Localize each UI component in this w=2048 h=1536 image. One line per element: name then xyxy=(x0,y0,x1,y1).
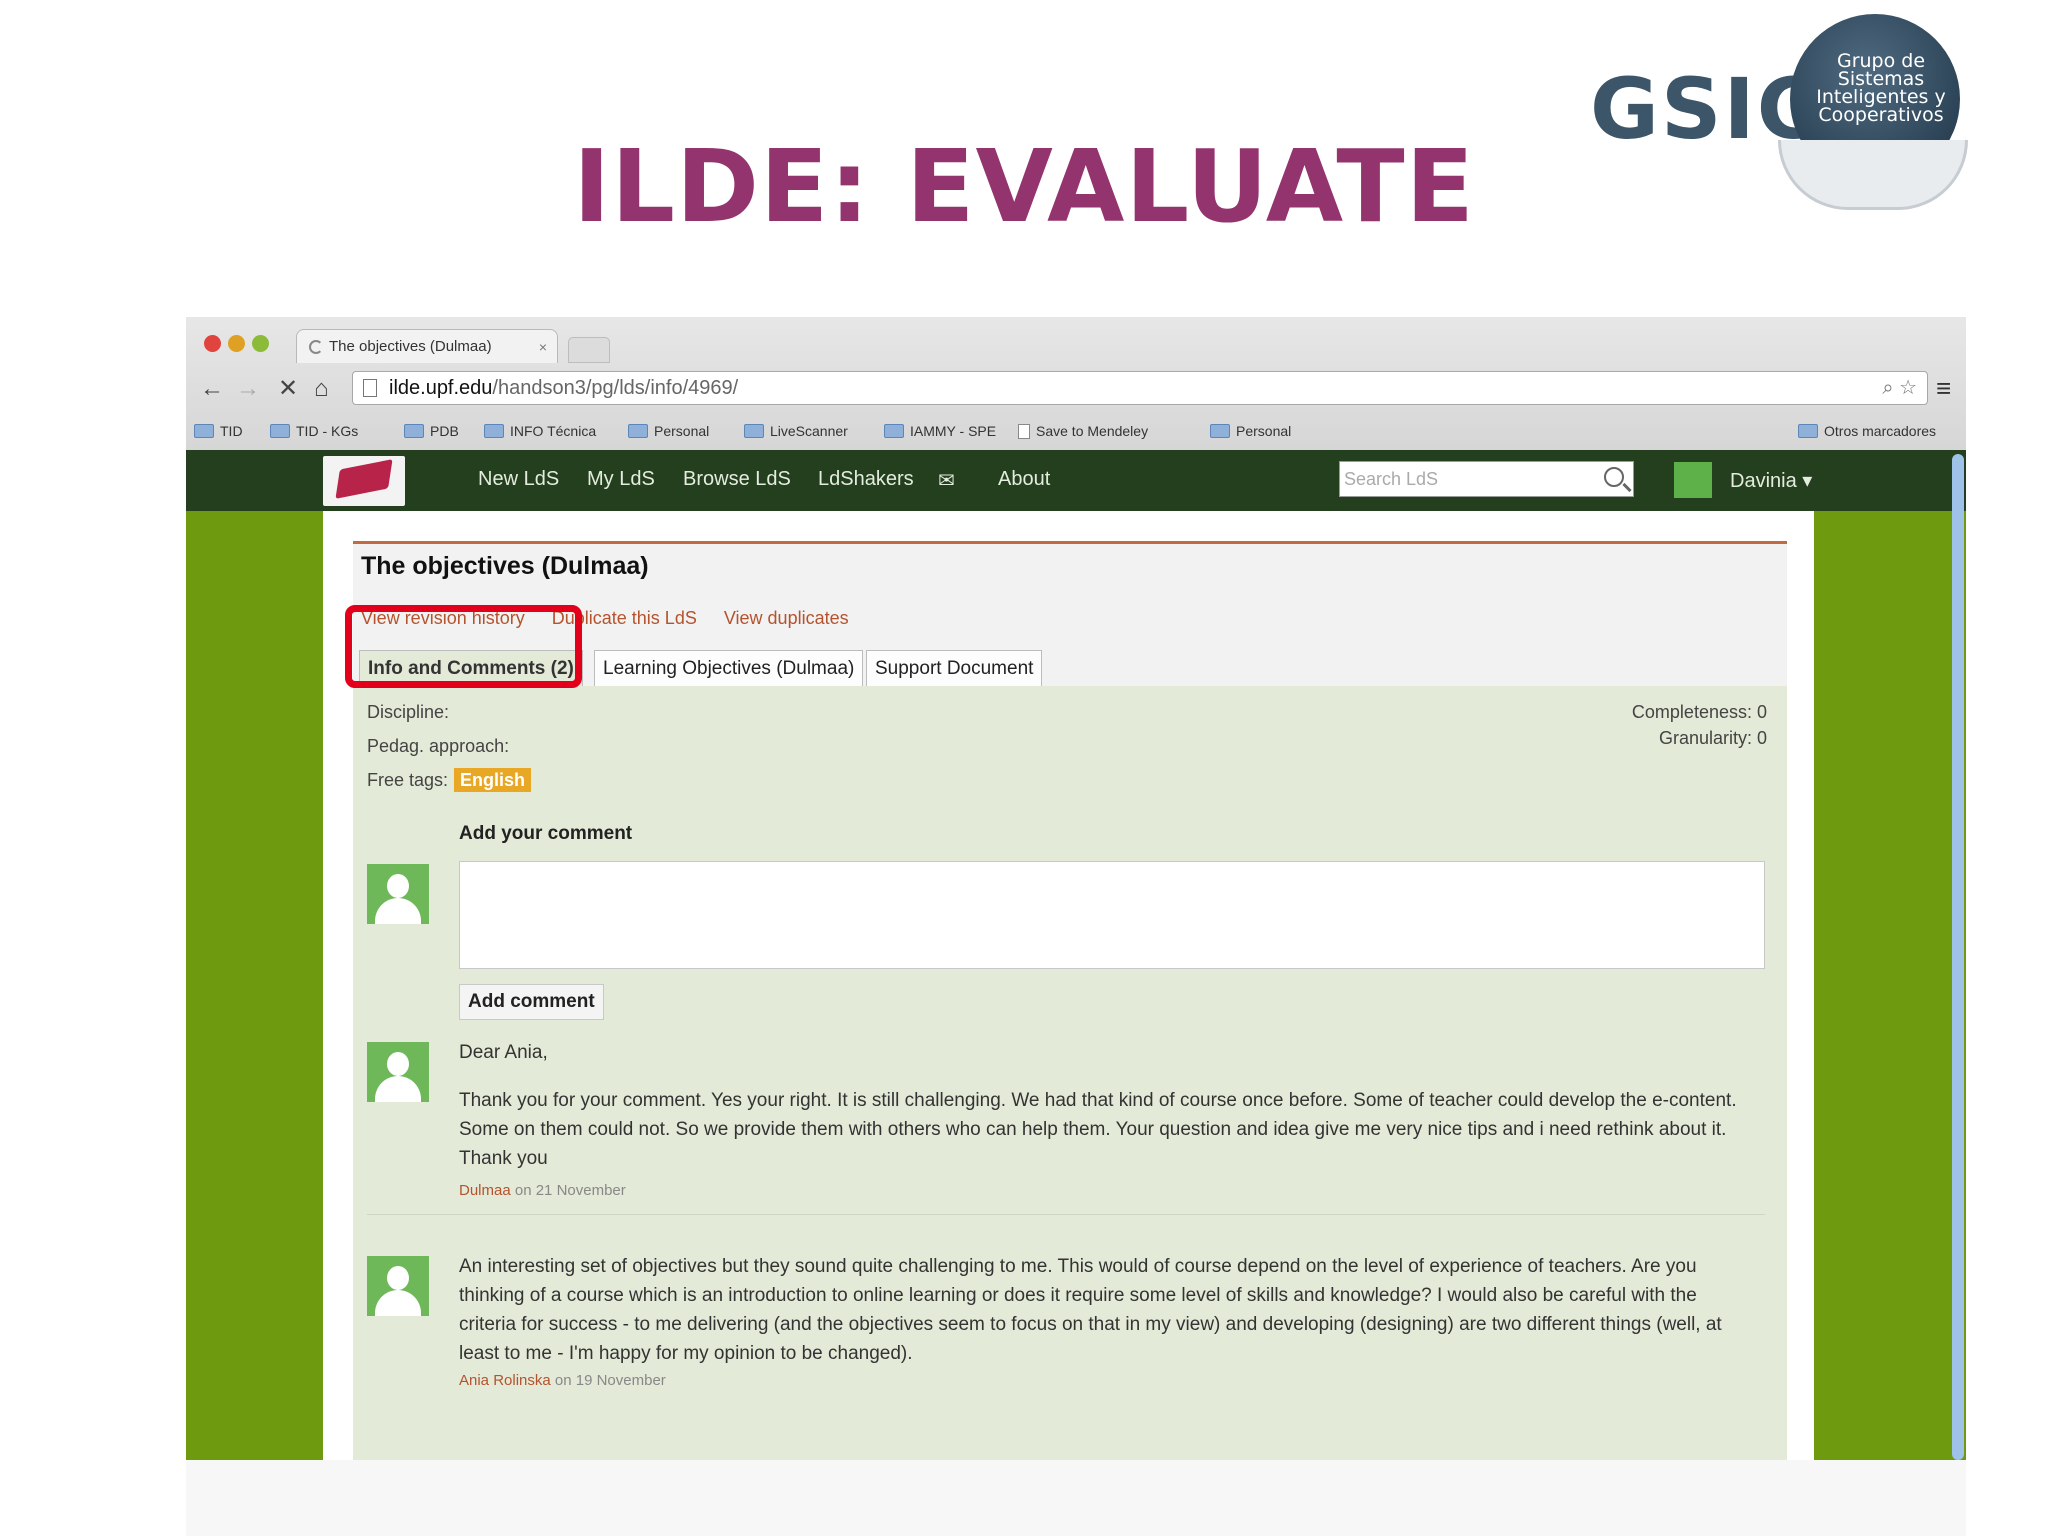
bookmark-item[interactable]: LiveScanner xyxy=(744,420,848,442)
page-icon xyxy=(1018,424,1030,439)
comment-meta: Dulmaa on 21 November xyxy=(459,1182,626,1199)
comment-greeting: Dear Ania, xyxy=(459,1042,548,1063)
tab-title: The objectives (Dulmaa) xyxy=(329,338,492,355)
url-host: ilde.upf.edu xyxy=(389,377,493,399)
gsic-logo: GSIC Grupo de Sistemas Inteligentes y Co… xyxy=(1590,14,1990,214)
folder-icon xyxy=(744,424,764,438)
divider xyxy=(367,1214,1765,1215)
tab-learning-objectives[interactable]: Learning Objectives (Dulmaa) xyxy=(594,650,864,686)
commenter-avatar-icon xyxy=(367,1256,429,1316)
nav-about[interactable]: About xyxy=(998,468,1050,491)
completeness: Completeness: 0 xyxy=(1631,702,1767,722)
user-avatar[interactable] xyxy=(1674,462,1712,498)
loading-icon xyxy=(309,340,323,354)
close-window-icon[interactable] xyxy=(204,335,221,352)
discipline-label: Discipline: xyxy=(367,702,450,722)
tab-close-icon[interactable]: × xyxy=(539,330,547,363)
pedag-approach-label: Pedag. approach: xyxy=(367,736,510,756)
stop-icon[interactable]: ✕ xyxy=(278,375,298,403)
bookmark-item[interactable]: Personal xyxy=(1210,420,1291,442)
folder-icon xyxy=(484,424,504,438)
zoom-window-icon[interactable] xyxy=(252,335,269,352)
folder-icon xyxy=(628,424,648,438)
granularity: Granularity: 0 xyxy=(1658,728,1767,748)
bookmarks-bar: TID TID - KGs PDB INFO Técnica Personal … xyxy=(194,418,1962,444)
user-avatar-icon xyxy=(367,864,429,924)
bookmark-item[interactable]: PDB xyxy=(404,420,459,442)
comment-body: Thank you for your comment. Yes your rig… xyxy=(459,1090,1737,1169)
comment-author-link[interactable]: Ania Rolinska xyxy=(459,1372,551,1389)
scrollbar[interactable] xyxy=(1952,454,1964,1460)
forward-icon[interactable]: → xyxy=(236,375,260,403)
user-menu[interactable]: Davinia ▾ xyxy=(1730,468,1812,493)
folder-icon xyxy=(194,424,214,438)
browser-window: The objectives (Dulmaa) × ← → ✕ ⌂ ilde.u… xyxy=(186,317,1966,1460)
comment-author-link[interactable]: Dulmaa xyxy=(459,1182,511,1199)
folder-icon xyxy=(404,424,424,438)
back-icon[interactable]: ← xyxy=(200,375,224,403)
bookmark-other[interactable]: Otros marcadores xyxy=(1798,420,1936,442)
url-path: /handson3/pg/lds/info/4969/ xyxy=(492,377,739,399)
page-icon xyxy=(363,379,377,397)
site-navbar: New LdS My LdS Browse LdS LdShakers ✉ Ab… xyxy=(186,450,1966,511)
bookmark-item[interactable]: Personal xyxy=(628,420,709,442)
highlight-annotation xyxy=(345,605,582,688)
bookmark-item[interactable]: TID xyxy=(194,420,243,442)
folder-icon xyxy=(884,424,904,438)
free-tags: Free tags: English xyxy=(367,768,532,792)
search-input[interactable]: Search LdS xyxy=(1339,461,1634,497)
nav-browse-lds[interactable]: Browse LdS xyxy=(683,468,791,491)
view-duplicates-link[interactable]: View duplicates xyxy=(724,608,849,628)
browser-chrome: The objectives (Dulmaa) × ← → ✕ ⌂ ilde.u… xyxy=(186,317,1966,450)
nav-ldshakers[interactable]: LdShakers xyxy=(818,468,914,491)
folder-icon xyxy=(270,424,290,438)
bottom-strip xyxy=(186,1460,1966,1536)
tab-support-document[interactable]: Support Document xyxy=(866,650,1043,686)
add-comment-heading: Add your comment xyxy=(459,823,633,844)
tag-english[interactable]: English xyxy=(454,768,532,792)
comment-meta: Ania Rolinska on 19 November xyxy=(459,1372,666,1389)
bookmark-item[interactable]: Save to Mendeley xyxy=(1018,420,1148,442)
browser-tab[interactable]: The objectives (Dulmaa) × xyxy=(296,329,558,363)
hand-icon xyxy=(1778,140,1968,210)
folder-icon xyxy=(1210,424,1230,438)
ilde-logo[interactable] xyxy=(323,456,405,506)
browser-menu-icon[interactable]: ≡ xyxy=(1936,373,1951,404)
folder-icon xyxy=(1798,424,1818,438)
lds-title: The objectives (Dulmaa) xyxy=(361,552,649,580)
address-bar[interactable]: ilde.upf.edu/handson3/pg/lds/info/4969/ … xyxy=(352,371,1928,405)
add-comment-button[interactable]: Add comment xyxy=(459,984,604,1020)
bookmark-item[interactable]: INFO Técnica xyxy=(484,420,596,442)
logo-tagline: Grupo de Sistemas Inteligentes y Coopera… xyxy=(1816,50,1946,126)
tab-content: Discipline: Pedag. approach: Free tags: E… xyxy=(353,686,1787,1460)
bookmark-item[interactable]: TID - KGs xyxy=(270,420,358,442)
graduation-hat-icon xyxy=(335,459,393,499)
comment-body: An interesting set of objectives but the… xyxy=(459,1256,1722,1364)
nav-my-lds[interactable]: My LdS xyxy=(587,468,655,491)
nav-new-lds[interactable]: New LdS xyxy=(478,468,559,491)
new-tab-button[interactable] xyxy=(568,337,610,363)
bookmark-item[interactable]: IAMMY - SPE xyxy=(884,420,996,442)
mail-icon[interactable]: ✉ xyxy=(938,468,955,493)
minimize-window-icon[interactable] xyxy=(228,335,245,352)
home-icon[interactable]: ⌂ xyxy=(314,375,329,403)
comment-textarea[interactable] xyxy=(459,861,1765,969)
commenter-avatar-icon xyxy=(367,1042,429,1102)
zoom-star-icons[interactable]: ⌕ ☆ xyxy=(1882,372,1917,404)
search-icon[interactable] xyxy=(1604,467,1624,487)
